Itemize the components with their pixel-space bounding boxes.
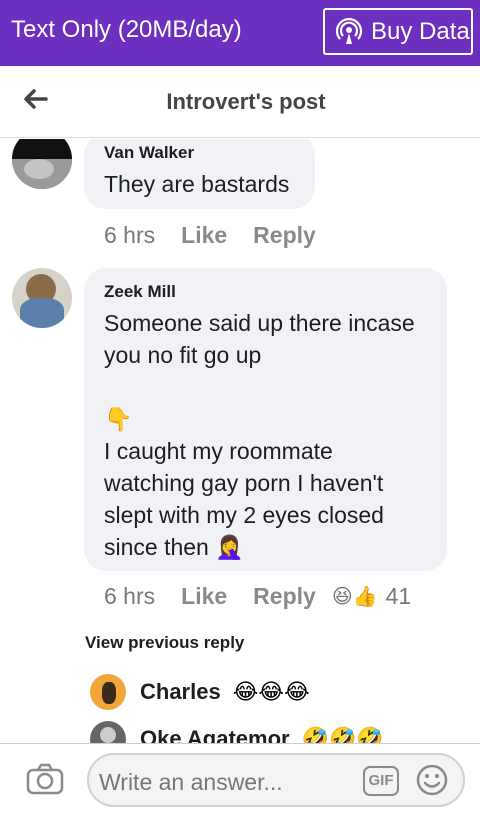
comment-text: Someone said up there incase you no fit … <box>104 310 415 560</box>
like-button[interactable]: Like <box>181 222 227 249</box>
reply-preview[interactable]: Charles 😂😂😂 <box>90 674 310 710</box>
post-header: Introvert's post <box>0 66 480 138</box>
comment-time: 6 hrs <box>104 583 156 609</box>
reply-emoji: 🤣🤣🤣 <box>301 726 384 743</box>
reaction-count[interactable]: 41 <box>386 583 412 610</box>
gif-button[interactable]: GIF <box>363 766 399 796</box>
avatar[interactable] <box>90 721 126 743</box>
broadcast-icon <box>335 17 363 44</box>
reaction-icons[interactable]: 😆👍 <box>332 584 378 609</box>
comment-actions: 6 hrs Like Reply 😆👍 41 <box>104 583 411 610</box>
data-mode-bar: Text Only (20MB/day) Buy Data <box>0 0 480 66</box>
reply-author[interactable]: Charles <box>140 679 221 705</box>
data-mode-label: Text Only (20MB/day) <box>11 16 242 43</box>
comment-author[interactable]: Zeek Mill <box>104 282 427 302</box>
avatar[interactable] <box>12 268 72 328</box>
comment-composer: Write an answer... GIF <box>0 743 480 814</box>
avatar[interactable] <box>90 674 126 710</box>
camera-icon[interactable] <box>26 763 64 795</box>
like-button[interactable]: Like <box>181 583 227 610</box>
reply-author[interactable]: Oke Agatemor <box>140 726 290 743</box>
reply-preview[interactable]: Oke Agatemor 🤣🤣🤣 <box>90 721 384 743</box>
comment-time: 6 hrs <box>104 222 156 248</box>
comment-author[interactable]: Van Walker <box>104 143 295 163</box>
reply-button[interactable]: Reply <box>253 222 316 249</box>
page-title: Introvert's post <box>166 89 326 114</box>
answer-input[interactable]: Write an answer... GIF <box>87 753 465 807</box>
comment-actions: 6 hrs Like Reply <box>104 222 342 249</box>
answer-placeholder: Write an answer... <box>99 769 283 795</box>
buy-data-label: Buy Data <box>371 17 470 45</box>
comment-text: They are bastards <box>104 171 290 197</box>
comments-feed[interactable]: Van Walker They are bastards 6 hrs Like … <box>0 139 480 743</box>
buy-data-button[interactable]: Buy Data <box>323 8 473 55</box>
smiley-icon[interactable] <box>415 763 449 797</box>
comment-bubble[interactable]: Van Walker They are bastards <box>84 139 315 209</box>
comment-bubble[interactable]: Zeek Mill Someone said up there incase y… <box>84 268 447 571</box>
reply-button[interactable]: Reply <box>253 583 316 610</box>
view-previous-reply-link[interactable]: View previous reply <box>85 633 244 653</box>
reply-emoji: 😂😂😂 <box>232 679 310 704</box>
avatar[interactable] <box>12 139 72 189</box>
